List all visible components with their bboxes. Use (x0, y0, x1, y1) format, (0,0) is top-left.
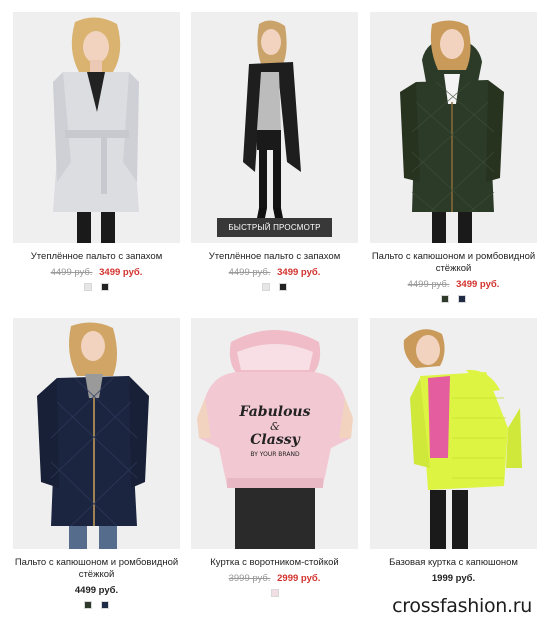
product-price: 4499 руб. (13, 585, 180, 596)
color-swatch-light-grey[interactable] (262, 283, 271, 291)
product-image-coat-navy (13, 318, 180, 549)
product-price: 4499 руб. 3499 руб. (13, 267, 180, 278)
old-price: 3999 руб. (228, 573, 271, 584)
regular-price: 1999 руб. (431, 573, 476, 584)
color-swatches (13, 601, 180, 610)
sale-price: 3499 руб. (277, 267, 321, 278)
product-name[interactable]: Куртка с воротником-стойкой (191, 557, 358, 569)
product-card[interactable]: Базовая куртка с капюшоном 1999 руб. (370, 318, 537, 584)
color-swatches (370, 295, 537, 304)
color-swatch-light-grey[interactable] (84, 283, 93, 291)
print-text-classy: Classy (250, 432, 300, 448)
color-swatch-navy[interactable] (100, 601, 109, 609)
product-grid: Утеплённое пальто с запахом 4499 руб. 34… (0, 0, 550, 621)
product-card[interactable]: Пальто с капюшоном и ромбовидной стёжкой… (13, 318, 180, 610)
product-name[interactable]: Пальто с капюшоном и ромбовидной стёжкой (13, 557, 180, 581)
product-price: 1999 руб. (370, 573, 537, 584)
product-card[interactable]: Утеплённое пальто с запахом 4499 руб. 34… (13, 12, 180, 292)
sale-price: 3499 руб. (99, 267, 143, 278)
product-price: 4499 руб. 3499 руб. (191, 267, 358, 278)
old-price: 4499 руб. (228, 267, 271, 278)
color-swatch-black[interactable] (278, 283, 287, 291)
product-photo[interactable] (13, 12, 180, 243)
regular-price: 4499 руб. (74, 585, 119, 596)
sale-price: 2999 руб. (277, 573, 321, 584)
product-card[interactable]: Пальто с капюшоном и ромбовидной стёжкой… (370, 12, 537, 304)
print-text-brand: BY YOUR BRAND (250, 451, 300, 458)
product-name[interactable]: Утеплённое пальто с запахом (13, 251, 180, 263)
color-swatch-green[interactable] (441, 295, 450, 303)
watermark-text: crossfashion.ru (392, 595, 532, 617)
color-swatch-navy[interactable] (457, 295, 466, 303)
old-price: 4499 руб. (50, 267, 93, 278)
product-name[interactable]: Пальто с капюшоном и ромбовидной стёжкой (370, 251, 537, 275)
quick-view-button[interactable]: БЫСТРЫЙ ПРОСМОТР (217, 218, 332, 237)
old-price: 4499 руб. (407, 279, 450, 290)
product-name[interactable]: Базовая куртка с капюшоном (370, 557, 537, 569)
product-image-coat-green (370, 12, 537, 243)
product-image-jacket-pink: Fabulous & Classy BY YOUR BRAND (191, 318, 358, 549)
product-name[interactable]: Утеплённое пальто с запахом (191, 251, 358, 263)
product-photo[interactable] (370, 318, 537, 549)
color-swatches (13, 283, 180, 292)
product-price: 3999 руб. 2999 руб. (191, 573, 358, 584)
product-price: 4499 руб. 3499 руб. (370, 279, 537, 290)
product-image-jacket-yellow (370, 318, 537, 549)
print-text-fabulous: Fabulous (239, 404, 311, 420)
color-swatches (191, 589, 358, 598)
product-photo[interactable]: Fabulous & Classy BY YOUR BRAND (191, 318, 358, 549)
color-swatches (191, 283, 358, 292)
color-swatch-black[interactable] (100, 283, 109, 291)
product-image-coat-black (191, 12, 358, 243)
product-photo[interactable]: БЫСТРЫЙ ПРОСМОТР (191, 12, 358, 243)
product-photo[interactable] (370, 12, 537, 243)
color-swatch-pink[interactable] (270, 589, 279, 597)
product-card[interactable]: Fabulous & Classy BY YOUR BRAND Куртка с… (191, 318, 358, 598)
color-swatch-green[interactable] (84, 601, 93, 609)
product-image-coat-light (13, 12, 180, 243)
product-photo[interactable] (13, 318, 180, 549)
sale-price: 3499 руб. (456, 279, 500, 290)
product-card[interactable]: БЫСТРЫЙ ПРОСМОТР Утеплённое пальто с зап… (191, 12, 358, 292)
